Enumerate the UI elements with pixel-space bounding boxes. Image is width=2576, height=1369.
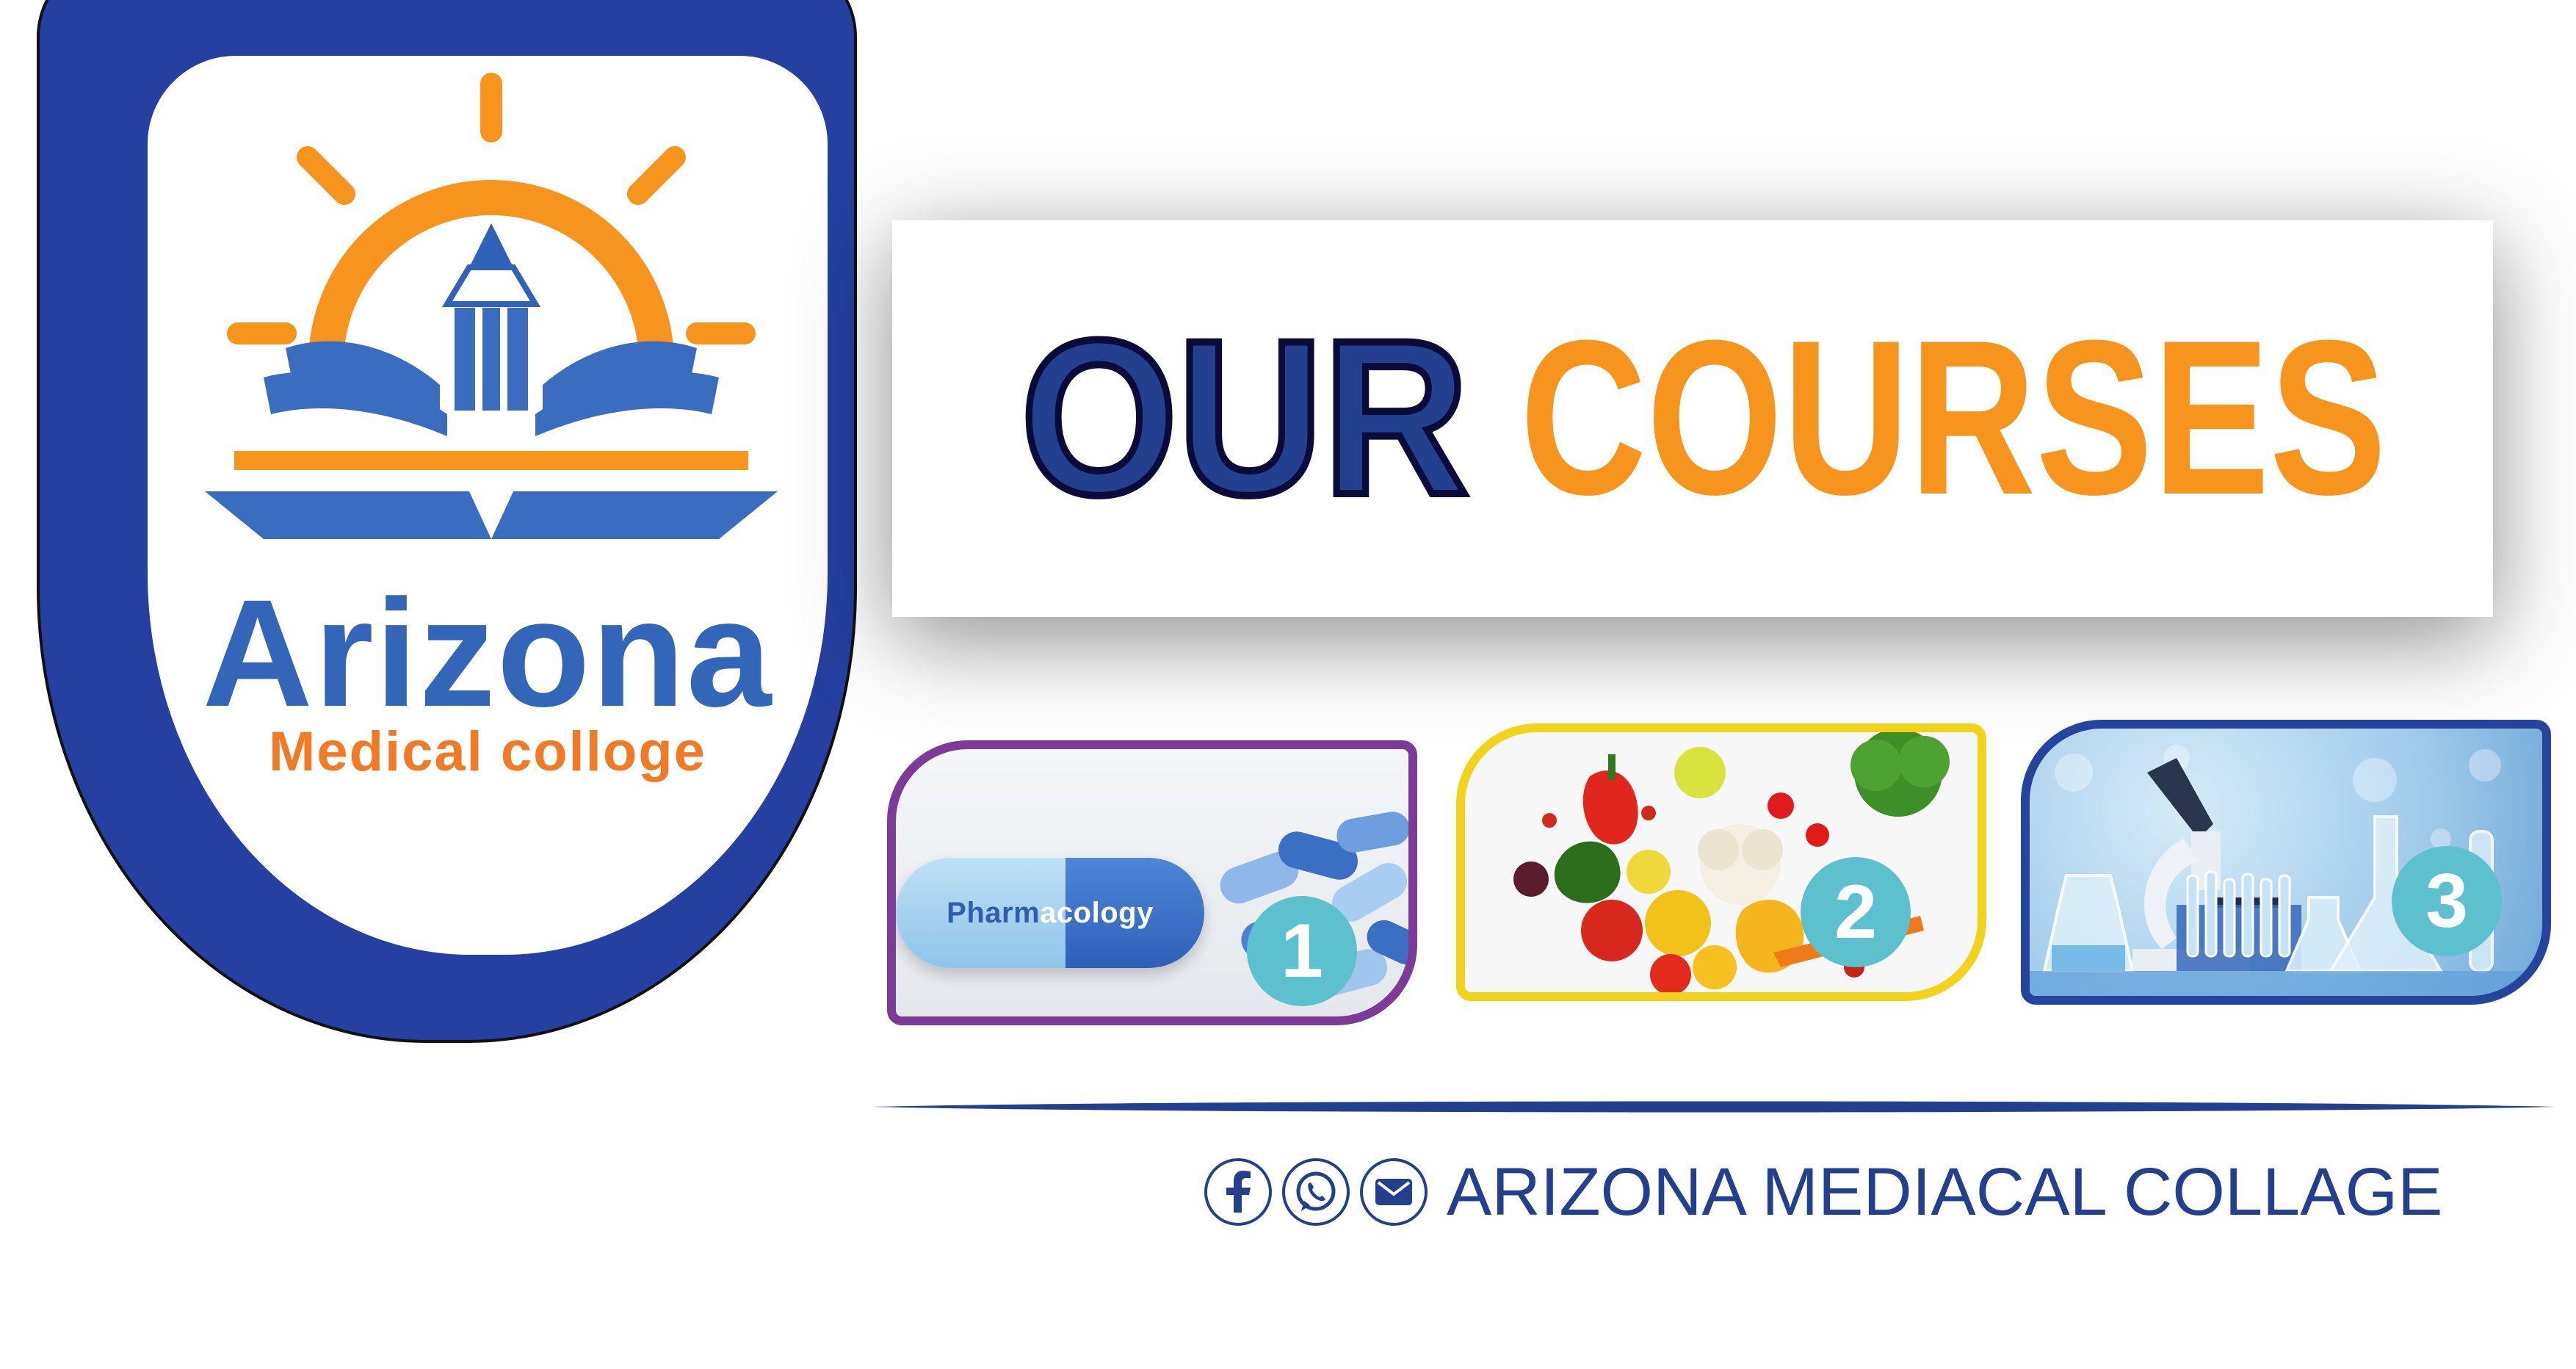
title-banner: OUR COURSES (892, 220, 2493, 617)
title-word-courses: COURSES (1520, 294, 2387, 541)
course-card-1[interactable]: Pharmacology 1 (887, 740, 1417, 1025)
course-card-2[interactable]: 2 (1456, 723, 1986, 1001)
banner-title: OUR COURSES (1017, 290, 2387, 544)
course-card-3[interactable]: 3 (2021, 720, 2551, 1005)
label-part-1: Pharm (947, 897, 1041, 929)
divider-line (874, 1101, 2555, 1113)
vegetables-icon (1513, 732, 1950, 992)
logo-subtitle: Medical colloge (269, 720, 706, 783)
course-number-badge: 2 (1801, 857, 1911, 967)
footer: ARIZONA MEDIACAL COLLAGE (1204, 1152, 2443, 1232)
facebook-icon[interactable] (1204, 1158, 1272, 1226)
footer-college-name: ARIZONA MEDIACAL COLLAGE (1447, 1155, 2443, 1229)
course-number-badge: 1 (1247, 896, 1357, 1006)
course-label-pharmacology: Pharmacology (896, 858, 1204, 968)
logo-name: Arizona (202, 568, 773, 739)
logo-shield: Arizona Medical colloge (37, 0, 857, 1043)
title-word-our: OUR (1021, 294, 1469, 541)
email-icon[interactable] (1360, 1158, 1428, 1226)
poster-canvas: Arizona Medical colloge OUR COURSES Phar… (0, 0, 2576, 1369)
whatsapp-icon[interactable] (1282, 1158, 1350, 1226)
label-part-2: acology (1040, 897, 1154, 929)
pharmacology-capsule: Pharmacology (896, 858, 1204, 968)
sun-pencil-book-icon (205, 73, 778, 539)
course-number-badge: 3 (2392, 846, 2502, 956)
